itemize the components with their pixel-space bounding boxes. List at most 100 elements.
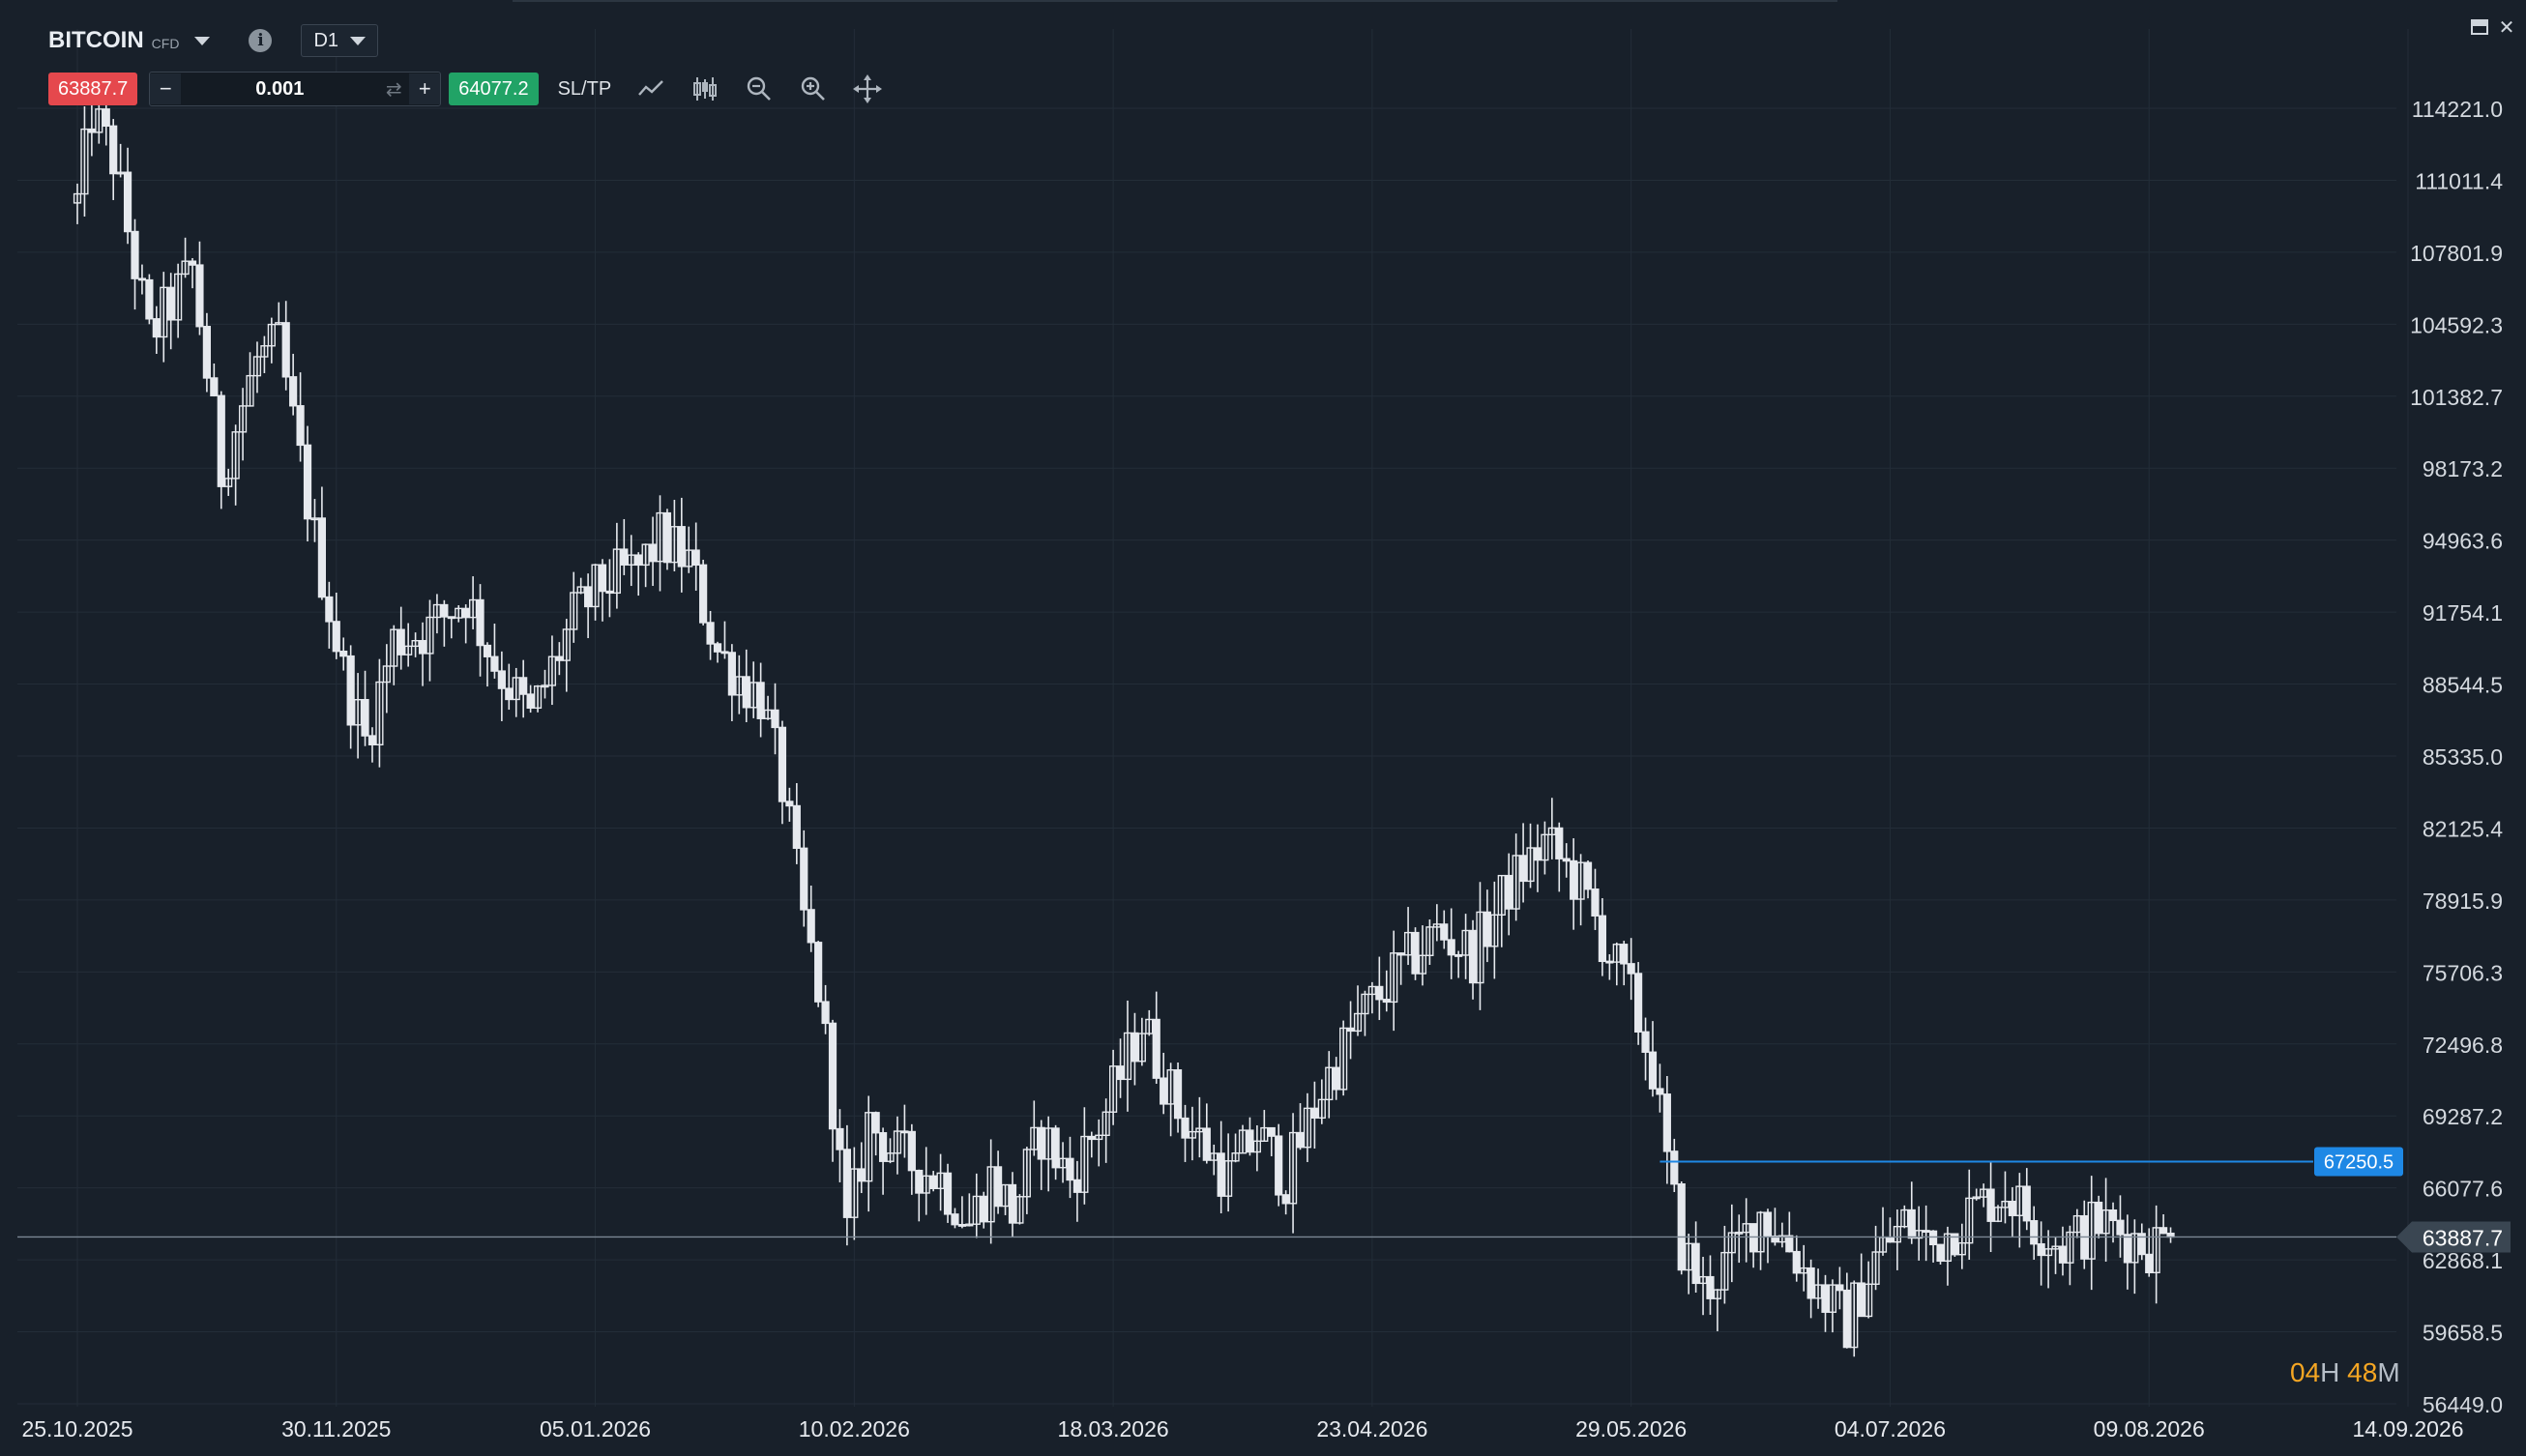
candle-body [598, 564, 607, 593]
candle [1943, 1226, 1953, 1286]
candle [871, 1111, 880, 1156]
candle [432, 594, 442, 634]
candle [1526, 823, 1535, 888]
candle [1598, 898, 1607, 976]
line-chart-icon[interactable] [636, 74, 665, 103]
y-tick-label: 82125.4 [2423, 816, 2503, 841]
candle-body [857, 1168, 866, 1182]
candle-body [1008, 1183, 1017, 1224]
sltp-button[interactable]: SL/TP [558, 78, 612, 101]
candle [1310, 1081, 1319, 1149]
candle [1109, 1049, 1118, 1125]
candle [1339, 1020, 1348, 1096]
candle [181, 237, 190, 278]
quantity-input[interactable] [181, 73, 379, 105]
candle [346, 645, 355, 749]
candle [1965, 1169, 1974, 1260]
y-tick-label: 59658.5 [2423, 1321, 2503, 1346]
candle [483, 642, 492, 687]
candle-body [814, 942, 823, 1003]
candle-body [980, 1195, 988, 1223]
candle [1541, 821, 1549, 875]
candle [461, 604, 470, 644]
candle-body [634, 554, 643, 567]
candle [1037, 1120, 1045, 1190]
candle [217, 391, 225, 510]
candle-body [1936, 1243, 1945, 1263]
candle-body [1267, 1126, 1276, 1137]
candle-body [131, 230, 139, 279]
candle-body [691, 549, 700, 567]
candle [310, 499, 319, 542]
candle [476, 584, 485, 677]
sell-button[interactable]: 63887.7 [48, 73, 138, 105]
candle [1418, 925, 1427, 986]
candle [547, 635, 557, 706]
candle [1267, 1126, 1276, 1156]
symbol-header: BITCOIN CFD i D1 [48, 21, 379, 60]
x-tick-label: 18.03.2026 [1058, 1416, 1169, 1441]
candle [1670, 1138, 1679, 1193]
candle [1461, 914, 1470, 979]
candle [634, 552, 643, 597]
candle [1922, 1205, 1930, 1262]
candle [1993, 1205, 2003, 1223]
info-icon[interactable]: i [249, 29, 273, 52]
candle-body [1986, 1188, 1995, 1222]
candle-body [1591, 888, 1600, 917]
zoom-out-icon[interactable] [745, 74, 774, 103]
close-icon[interactable]: ✕ [2497, 17, 2516, 39]
swap-icon[interactable]: ⇄ [378, 73, 409, 104]
candle [993, 1150, 1003, 1214]
candle-body [217, 394, 225, 487]
candle-body [1411, 931, 1420, 975]
candle [886, 1138, 895, 1164]
candle [720, 621, 729, 659]
candle-body [87, 128, 96, 133]
decrease-quantity-button[interactable]: − [150, 73, 182, 104]
buy-button[interactable]: 64077.2 [449, 73, 539, 105]
candle-body [871, 1112, 880, 1134]
candle-body [620, 548, 629, 566]
candle [1483, 889, 1492, 963]
candle [1246, 1117, 1254, 1156]
candle [1281, 1190, 1290, 1215]
candle-body [1440, 923, 1449, 941]
candle [727, 644, 736, 721]
candle [1763, 1208, 1773, 1264]
symbol-name[interactable]: BITCOIN [48, 27, 144, 54]
candle-body [339, 650, 348, 657]
candle [1188, 1106, 1197, 1161]
candle-body [699, 564, 708, 624]
candle [123, 147, 132, 245]
candle-body [907, 1130, 916, 1172]
zoom-in-icon[interactable] [799, 74, 828, 103]
y-tick-label: 72496.8 [2423, 1033, 2503, 1058]
minimize-icon[interactable] [2470, 17, 2489, 37]
candle [152, 306, 161, 355]
candle-body [1857, 1282, 1865, 1318]
increase-quantity-button[interactable]: + [409, 73, 441, 104]
price-chart[interactable]: 67250.5 63887.7 114221.0 111011.4 107801.9 1… [0, 0, 2526, 1456]
candle [1792, 1235, 1801, 1282]
candle-body [202, 326, 211, 379]
candle-body [662, 511, 672, 564]
candlestick-icon[interactable] [690, 74, 720, 103]
move-icon[interactable] [853, 74, 883, 103]
candle [1634, 962, 1643, 1045]
candle-body [490, 655, 499, 672]
candle-body [929, 1175, 938, 1189]
candle-body [1806, 1267, 1815, 1299]
y-tick-label: 107801.9 [2410, 241, 2503, 266]
candle [670, 499, 679, 571]
candle [303, 425, 312, 542]
candle [1288, 1113, 1298, 1234]
candle [1612, 942, 1621, 986]
candle [1123, 1000, 1132, 1112]
candle [224, 468, 233, 496]
timeframe-select[interactable]: D1 [301, 24, 379, 57]
candle [231, 424, 240, 506]
candle [807, 885, 815, 952]
chevron-down-icon[interactable] [194, 36, 211, 45]
candle-body [1922, 1230, 1930, 1234]
